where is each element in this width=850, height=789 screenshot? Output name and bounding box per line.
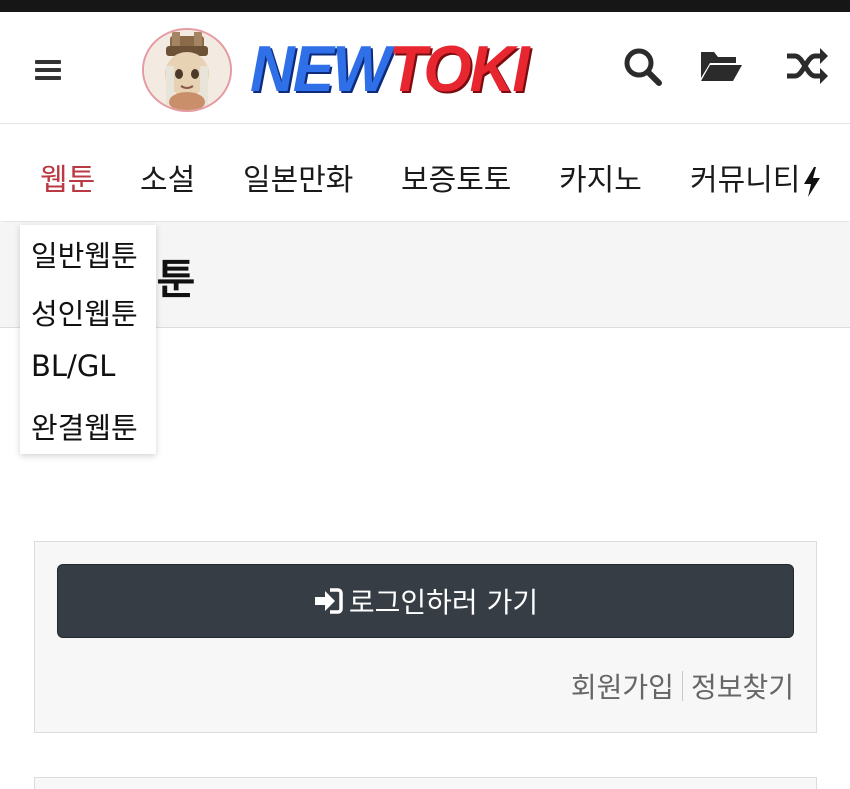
nav-item-novel[interactable]: 소설 — [140, 155, 195, 199]
login-button-label: 로그인하러 가기 — [348, 586, 539, 619]
signup-link[interactable]: 회원가입 — [571, 666, 674, 706]
bolt-icon — [804, 166, 821, 197]
folder-open-icon[interactable] — [698, 44, 742, 88]
nav-item-guaranteed-toto[interactable]: 보증토토 — [401, 155, 511, 199]
nav-item-japanese-manga[interactable]: 일본만화 — [243, 155, 353, 199]
site-header: NEWTOKI — [0, 12, 850, 124]
site-logo[interactable]: NEWTOKI — [142, 28, 530, 112]
search-icon[interactable] — [620, 44, 664, 88]
login-panel: 로그인하러 가기 회원가입 정보찾기 — [34, 541, 817, 733]
logo-wordmark: NEWTOKI — [250, 37, 530, 102]
nav-item-community-label: 커뮤니티 — [690, 163, 801, 198]
nav-item-community[interactable]: 커뮤니티 — [690, 155, 822, 199]
account-links: 회원가입 정보찾기 — [571, 666, 794, 706]
main-nav: 웹툰 소설 일본만화 보증토토 카지노 커뮤니티 — [0, 125, 850, 221]
dropdown-item-bl-gl[interactable]: BL/GL — [31, 349, 115, 383]
dropdown-item-adult-webtoon[interactable]: 성인웹툰 — [31, 291, 138, 333]
nav-item-casino[interactable]: 카지노 — [559, 155, 642, 199]
next-panel — [34, 777, 817, 789]
login-button[interactable]: 로그인하러 가기 — [57, 564, 794, 638]
status-strip — [0, 0, 850, 12]
logo-text-new: NEW — [250, 33, 391, 106]
nav-item-webtoon[interactable]: 웹툰 — [40, 155, 95, 199]
find-info-link[interactable]: 정보찾기 — [691, 666, 794, 706]
sign-in-icon — [314, 588, 343, 614]
logo-text-toki: TOKI — [388, 33, 530, 106]
menu-icon[interactable] — [32, 54, 64, 86]
dropdown-item-general-webtoon[interactable]: 일반웹툰 — [31, 233, 138, 275]
dropdown-item-completed-webtoon[interactable]: 완결웹툰 — [31, 405, 138, 447]
link-divider — [681, 671, 683, 701]
shuffle-icon[interactable] — [784, 44, 828, 88]
logo-mascot-icon — [142, 28, 232, 112]
webtoon-dropdown-menu: 일반웹툰 성인웹툰 BL/GL 완결웹툰 — [20, 225, 156, 454]
